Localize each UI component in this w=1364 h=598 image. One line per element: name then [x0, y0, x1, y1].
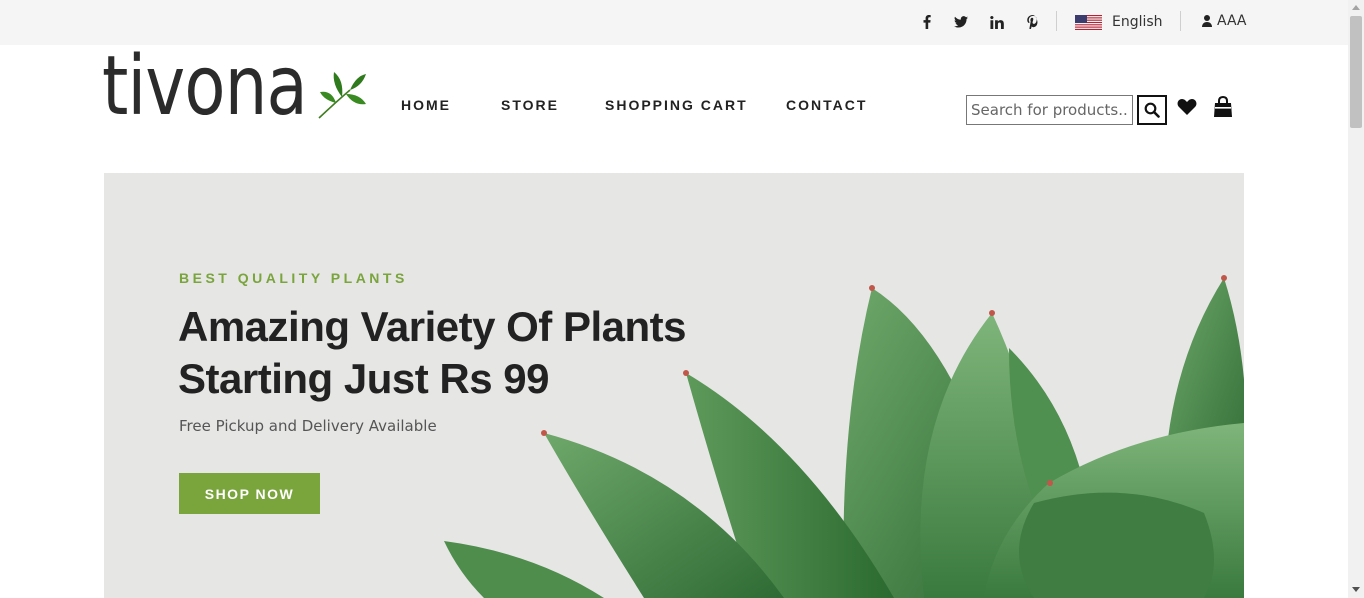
scroll-up-arrow[interactable]: [1352, 5, 1360, 10]
search-icon: [1144, 102, 1160, 118]
hero-subtitle: BEST QUALITY PLANTS: [179, 270, 408, 286]
divider: [1180, 11, 1181, 31]
pinterest-icon[interactable]: [1023, 13, 1041, 31]
logo[interactable]: tivona: [102, 46, 308, 128]
user-name: AAA: [1217, 13, 1247, 29]
hero-description: Free Pickup and Delivery Available: [179, 417, 437, 435]
heart-icon[interactable]: [1177, 97, 1197, 117]
nav-contact[interactable]: CONTACT: [786, 97, 867, 113]
hero-title-line-2: Starting Just Rs 99: [178, 355, 549, 402]
language-selector[interactable]: English: [1112, 14, 1163, 30]
hero-banner: BEST QUALITY PLANTS Amazing Variety Of P…: [104, 173, 1244, 598]
page-scrollbar[interactable]: [1348, 0, 1364, 598]
twitter-icon[interactable]: [952, 13, 970, 31]
linkedin-icon[interactable]: [988, 13, 1006, 31]
facebook-icon[interactable]: [918, 13, 936, 31]
leaf-logo-icon: [318, 72, 366, 119]
user-icon: [1202, 15, 1212, 27]
user-account[interactable]: AAA: [1202, 13, 1247, 29]
scroll-down-arrow[interactable]: [1352, 587, 1360, 592]
divider: [1056, 11, 1057, 31]
nav-shopping-cart[interactable]: SHOPPING CART: [605, 97, 748, 113]
hero-title: Amazing Variety Of Plants Starting Just …: [178, 301, 798, 405]
nav-home[interactable]: HOME: [401, 97, 451, 113]
scroll-thumb[interactable]: [1350, 16, 1362, 128]
hero-title-line-1: Amazing Variety Of Plants: [178, 303, 687, 350]
search-button[interactable]: [1137, 95, 1167, 125]
shop-now-button[interactable]: SHOP NOW: [179, 473, 320, 514]
us-flag-icon[interactable]: [1075, 15, 1102, 30]
shopping-bag-icon[interactable]: [1213, 96, 1233, 118]
nav-store[interactable]: STORE: [501, 97, 559, 113]
search-input[interactable]: [966, 95, 1133, 125]
